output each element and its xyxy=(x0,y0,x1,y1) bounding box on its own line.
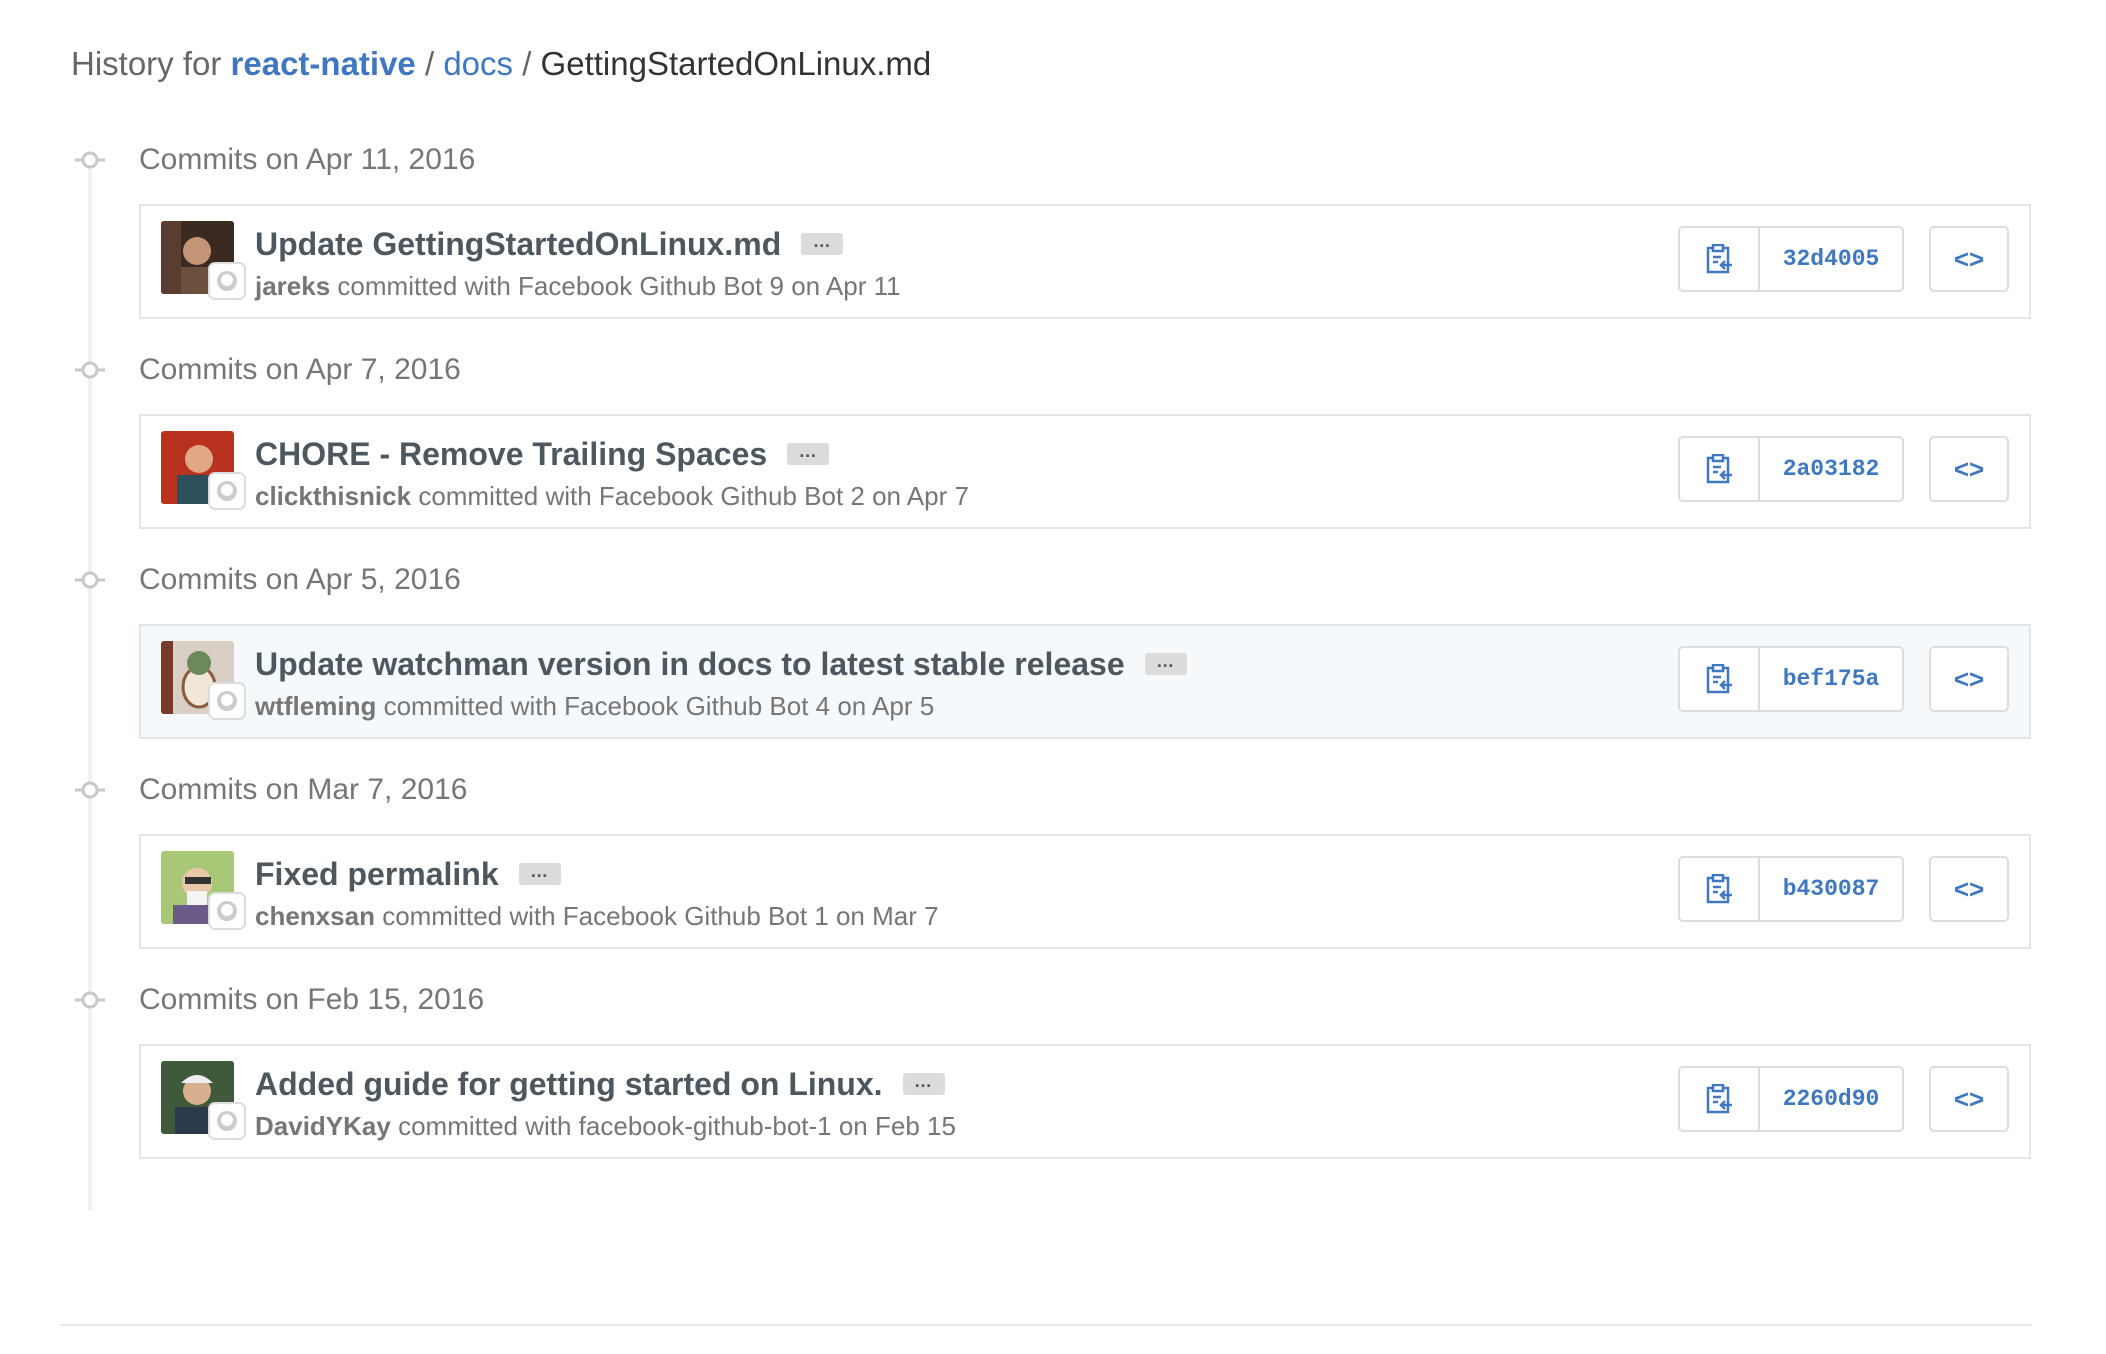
docs-folder-link[interactable]: docs xyxy=(443,45,513,82)
commit-message: CHORE - Remove Trailing Spaces … xyxy=(255,434,830,474)
commit-row: Fixed permalink … chenxsan committed wit… xyxy=(139,834,2031,949)
commit-meta-text: committed with Facebook Github Bot 9 on … xyxy=(337,271,901,301)
breadcrumb-separator: / xyxy=(424,45,435,82)
github-octocat-icon xyxy=(210,474,244,508)
github-octocat-icon xyxy=(210,684,244,718)
github-octocat-icon xyxy=(210,894,244,928)
browse-code-button[interactable]: <> xyxy=(1929,226,2009,292)
commit-node-icon xyxy=(75,985,105,1015)
file-name: GettingStartedOnLinux.md xyxy=(540,45,932,82)
copy-sha-button[interactable] xyxy=(1680,648,1760,710)
commit-node-icon xyxy=(75,565,105,595)
copy-sha-button[interactable] xyxy=(1680,858,1760,920)
commit-row: Update GettingStartedOnLinux.md … jareks… xyxy=(139,204,2031,319)
author-link[interactable]: DavidYKay xyxy=(255,1111,391,1141)
commit-sha-link[interactable]: 32d4005 xyxy=(1760,228,1902,290)
copy-sha-button[interactable] xyxy=(1680,228,1760,290)
commit-meta: DavidYKay committed with facebook-github… xyxy=(255,1108,956,1144)
commit-message-link[interactable]: Added guide for getting started on Linux… xyxy=(255,1064,883,1104)
browse-code-button[interactable]: <> xyxy=(1929,436,2009,502)
browse-code-button[interactable]: <> xyxy=(1929,1066,2009,1132)
expand-ellipsis-button[interactable]: … xyxy=(1144,652,1187,675)
commit-meta-text: committed with Facebook Github Bot 4 on … xyxy=(383,691,935,721)
clipboard-icon xyxy=(1706,1084,1732,1114)
commit-message: Fixed permalink … xyxy=(255,854,561,894)
title-prefix: History for xyxy=(71,45,222,82)
repo-link[interactable]: react-native xyxy=(231,45,416,82)
expand-ellipsis-button[interactable]: … xyxy=(787,442,830,465)
copy-sha-button[interactable] xyxy=(1680,438,1760,500)
sha-button-group: 32d4005 xyxy=(1678,226,1904,292)
commit-row: CHORE - Remove Trailing Spaces … clickth… xyxy=(139,414,2031,529)
sha-button-group: bef175a xyxy=(1678,646,1904,712)
github-octocat-icon xyxy=(210,264,244,298)
commit-message-link[interactable]: CHORE - Remove Trailing Spaces xyxy=(255,434,767,474)
commit-group-date: Commits on Apr 11, 2016 xyxy=(139,143,476,176)
commit-sha-link[interactable]: 2a03182 xyxy=(1760,438,1902,500)
commit-node-icon xyxy=(75,355,105,385)
clipboard-icon xyxy=(1706,244,1732,274)
browse-code-button[interactable]: <> xyxy=(1929,646,2009,712)
copy-sha-button[interactable] xyxy=(1680,1068,1760,1130)
commit-message-link[interactable]: Update GettingStartedOnLinux.md xyxy=(255,224,781,264)
commit-meta-text: committed with facebook-github-bot-1 on … xyxy=(398,1111,956,1141)
commit-message-link[interactable]: Update watchman version in docs to lates… xyxy=(255,644,1125,684)
sha-button-group: 2260d90 xyxy=(1678,1066,1904,1132)
commit-group-date: Commits on Apr 5, 2016 xyxy=(139,563,461,596)
commit-message: Update watchman version in docs to lates… xyxy=(255,644,1187,684)
sha-button-group: b430087 xyxy=(1678,856,1904,922)
commit-meta: clickthisnick committed with Facebook Gi… xyxy=(255,478,969,514)
commit-message: Update GettingStartedOnLinux.md … xyxy=(255,224,844,264)
breadcrumb-separator: / xyxy=(522,45,532,82)
sha-button-group: 2a03182 xyxy=(1678,436,1904,502)
commit-sha-link[interactable]: bef175a xyxy=(1760,648,1902,710)
clipboard-icon xyxy=(1706,874,1732,904)
commit-node-icon xyxy=(75,775,105,805)
author-link[interactable]: clickthisnick xyxy=(255,481,411,511)
expand-ellipsis-button[interactable]: … xyxy=(518,862,561,885)
clipboard-icon xyxy=(1706,664,1732,694)
clipboard-icon xyxy=(1706,454,1732,484)
commit-meta: chenxsan committed with Facebook Github … xyxy=(255,898,939,934)
page-title: History for react-native / docs / Gettin… xyxy=(71,42,931,86)
github-octocat-icon xyxy=(210,1104,244,1138)
commit-meta-text: committed with Facebook Github Bot 1 on … xyxy=(382,901,939,931)
timeline-line xyxy=(88,160,92,1210)
commit-sha-link[interactable]: b430087 xyxy=(1760,858,1902,920)
expand-ellipsis-button[interactable]: … xyxy=(801,232,844,255)
commit-group-date: Commits on Apr 7, 2016 xyxy=(139,353,461,386)
commit-sha-link[interactable]: 2260d90 xyxy=(1760,1068,1902,1130)
commit-row: Added guide for getting started on Linux… xyxy=(139,1044,2031,1159)
author-link[interactable]: jareks xyxy=(255,271,330,301)
commit-meta: jareks committed with Facebook Github Bo… xyxy=(255,268,901,304)
author-link[interactable]: chenxsan xyxy=(255,901,375,931)
commit-group-date: Commits on Feb 15, 2016 xyxy=(139,983,485,1016)
footer-divider xyxy=(60,1324,2032,1326)
commit-group-date: Commits on Mar 7, 2016 xyxy=(139,773,468,806)
commit-node-icon xyxy=(75,145,105,175)
expand-ellipsis-button[interactable]: … xyxy=(902,1072,945,1095)
author-link[interactable]: wtfleming xyxy=(255,691,376,721)
commit-message-link[interactable]: Fixed permalink xyxy=(255,854,499,894)
commit-meta-text: committed with Facebook Github Bot 2 on … xyxy=(418,481,969,511)
commit-meta: wtfleming committed with Facebook Github… xyxy=(255,688,934,724)
commit-row: Update watchman version in docs to lates… xyxy=(139,624,2031,739)
browse-code-button[interactable]: <> xyxy=(1929,856,2009,922)
commit-message: Added guide for getting started on Linux… xyxy=(255,1064,945,1104)
